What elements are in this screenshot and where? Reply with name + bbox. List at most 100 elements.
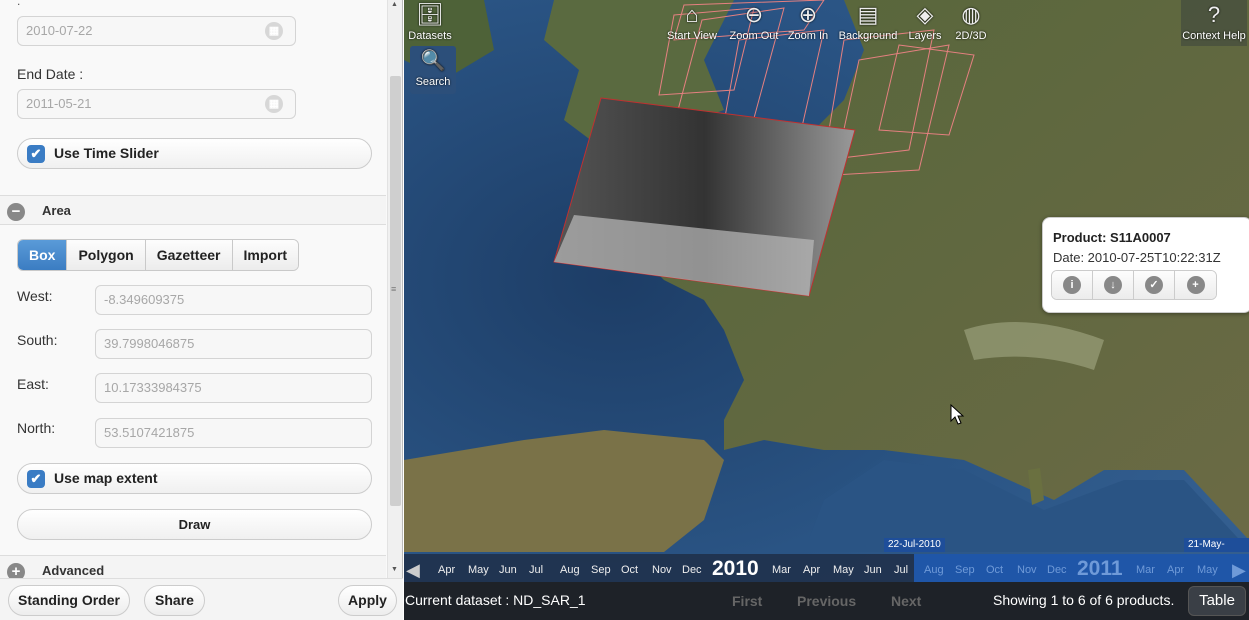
results-count: Showing 1 to 6 of 6 products. [993, 592, 1175, 608]
month-tick: Sep [955, 564, 975, 576]
tab-import[interactable]: Import [232, 240, 299, 270]
month-tick: Oct [986, 564, 1004, 576]
area-section-header[interactable]: − Area [0, 195, 386, 225]
east-field[interactable]: 10.17333984375 [95, 373, 372, 403]
east-label: East: [17, 376, 49, 392]
tab-polygon[interactable]: Polygon [67, 240, 146, 270]
standing-order-button[interactable]: Standing Order [8, 585, 130, 616]
north-label: North: [17, 420, 56, 436]
north-field[interactable]: 53.5107421875 [95, 418, 372, 448]
advanced-section-header[interactable]: + Advanced [0, 555, 386, 578]
view-2d3d-label: 2D/3D [955, 30, 987, 42]
zoom-out-label: Zoom Out [729, 30, 779, 42]
month-tick: Apr [438, 564, 456, 576]
use-time-slider-checkbox[interactable]: ✔ Use Time Slider [17, 138, 372, 169]
download-button[interactable]: ↓ [1093, 271, 1134, 299]
current-dataset-label: Current dataset : ND_SAR_1 [405, 592, 586, 608]
calendar-icon[interactable]: ▦ [265, 22, 283, 40]
end-date-value: 2011-05-21 [26, 96, 92, 111]
map-view[interactable]: 🗄 Datasets 🔍 Search ⌂ Start View ⊖ Zoom … [404, 0, 1249, 620]
tab-box[interactable]: Box [18, 240, 68, 270]
draw-button[interactable]: Draw [17, 509, 372, 540]
app-window: { "panel": { "start_date": "2010-07-22",… [0, 0, 1249, 620]
context-help-button[interactable]: ? Context Help [1181, 0, 1247, 46]
year-label: 2011 [1077, 557, 1123, 580]
search-criteria-form: . 2010-07-22 ▦ End Date : 2011-05-21 ▦ ✔… [0, 0, 386, 578]
month-tick: May [1197, 564, 1218, 576]
apply-button[interactable]: Apply [338, 585, 397, 616]
west-label: West: [17, 288, 53, 304]
month-tick: Jun [864, 564, 882, 576]
datasets-label: Datasets [408, 30, 452, 42]
calendar-icon[interactable]: ▦ [265, 95, 283, 113]
zoom-in-button[interactable]: ⊕ Zoom In [785, 0, 831, 46]
search-button[interactable]: 🔍 Search [410, 46, 456, 94]
panel-scrollbar[interactable]: ▲ ≡ ▼ [387, 0, 402, 578]
product-actions: i ↓ ✓ + [1051, 270, 1217, 300]
range-start-tag: 22-Jul-2010 [884, 538, 945, 552]
checkmark-icon: ✓ [1145, 276, 1163, 294]
south-label: South: [17, 332, 58, 348]
advanced-section-label: Advanced [42, 563, 105, 578]
first-page-button[interactable]: First [732, 593, 762, 609]
select-button[interactable]: ✓ [1134, 271, 1175, 299]
plus-icon: + [1186, 276, 1205, 294]
search-label: Search [415, 76, 451, 88]
start-date-field[interactable]: 2010-07-22 ▦ [17, 16, 296, 46]
layers-button[interactable]: ◈ Layers [904, 0, 946, 46]
next-page-button[interactable]: Next [891, 593, 921, 609]
view-2d3d-button[interactable]: ◍ 2D/3D [952, 0, 990, 46]
month-tick: Mar [1136, 564, 1155, 576]
month-tick: Aug [560, 564, 580, 576]
background-button[interactable]: ▤ Background [834, 0, 902, 46]
tab-gazetteer[interactable]: Gazetteer [145, 240, 233, 270]
month-tick: May [468, 564, 489, 576]
scroll-down-icon[interactable]: ▼ [391, 566, 398, 573]
zoom-in-icon: ⊕ [798, 2, 818, 27]
expand-plus-icon: + [7, 563, 25, 578]
truncated-label: . [17, 0, 21, 8]
month-tick: Oct [621, 564, 639, 576]
download-icon: ↓ [1104, 276, 1122, 294]
time-slider[interactable]: ◀ Apr May Jun Jul Aug Sep Oct Nov Dec 20… [404, 554, 1249, 582]
share-button[interactable]: Share [144, 585, 205, 616]
month-tick: May [833, 564, 854, 576]
timeline-left-arrow-icon[interactable]: ◀ [406, 560, 420, 581]
zoom-out-button[interactable]: ⊖ Zoom Out [726, 0, 782, 46]
add-button[interactable]: + [1175, 271, 1216, 299]
month-tick: Jul [894, 564, 909, 576]
start-view-button[interactable]: ⌂ Start View [662, 0, 722, 46]
home-icon: ⌂ [685, 2, 699, 27]
zoom-out-icon: ⊖ [744, 2, 764, 27]
range-end-tag: 21-May-2011 [1184, 538, 1249, 564]
use-time-slider-label: Use Time Slider [54, 145, 159, 161]
previous-page-button[interactable]: Previous [797, 593, 856, 609]
datasets-button[interactable]: 🗄 Datasets [404, 0, 456, 46]
checkmark-icon: ✔ [27, 470, 45, 488]
globe-icon: ◍ [961, 2, 981, 27]
use-map-extent-label: Use map extent [54, 470, 158, 486]
use-map-extent-checkbox[interactable]: ✔ Use map extent [17, 463, 372, 494]
month-tick: Sep [591, 564, 611, 576]
month-tick: Dec [1047, 564, 1067, 576]
month-tick: Apr [1167, 564, 1185, 576]
timeline-right-arrow-icon[interactable]: ▶ [1232, 560, 1246, 581]
scroll-up-icon[interactable]: ▲ [391, 1, 398, 8]
layers-icon: ◈ [916, 2, 934, 27]
product-date: Date: 2010-07-25T10:22:31Z [1053, 250, 1221, 265]
database-icon: 🗄 [416, 2, 444, 27]
layers-label: Layers [908, 30, 942, 42]
end-date-label: End Date : [17, 66, 84, 82]
month-tick: Jul [529, 564, 544, 576]
context-help-label: Context Help [1182, 30, 1246, 42]
table-button[interactable]: Table [1188, 586, 1246, 616]
west-field[interactable]: -8.349609375 [95, 285, 372, 315]
south-field[interactable]: 39.7998046875 [95, 329, 372, 359]
search-panel: . 2010-07-22 ▦ End Date : 2011-05-21 ▦ ✔… [0, 0, 403, 620]
end-date-field[interactable]: 2011-05-21 ▦ [17, 89, 296, 119]
area-section-label: Area [42, 203, 71, 218]
info-icon: i [1063, 276, 1081, 294]
background-label: Background [838, 30, 898, 42]
month-tick: Nov [652, 564, 672, 576]
info-button[interactable]: i [1052, 271, 1093, 299]
